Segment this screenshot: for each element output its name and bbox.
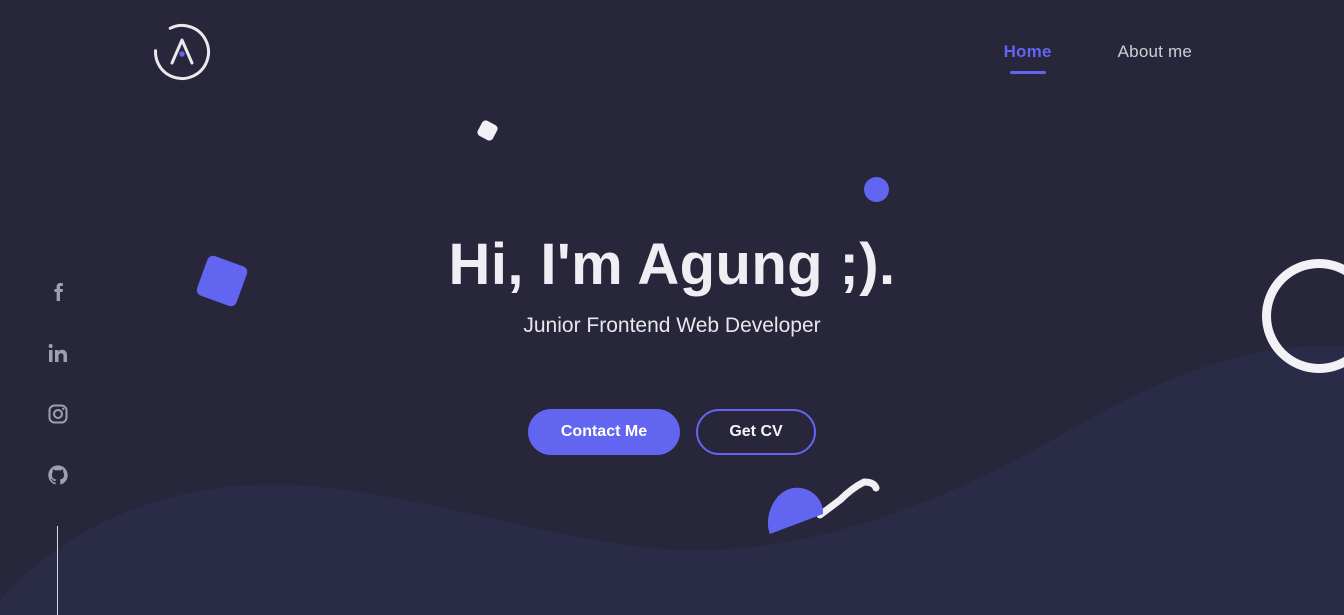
active-nav-underline <box>1009 71 1046 74</box>
nav-home-label: Home <box>1003 42 1052 61</box>
nav-about-me-link[interactable]: About me <box>1118 42 1192 74</box>
decorative-blue-semicircle-icon <box>767 478 880 534</box>
github-icon[interactable] <box>46 463 70 487</box>
social-links <box>46 280 70 487</box>
hero-actions: Contact Me Get CV <box>0 409 1344 455</box>
facebook-icon[interactable] <box>46 280 70 304</box>
portfolio-page: Home About me Hi, I'm Agung ;). Junior F… <box>0 0 1344 615</box>
logo-circle-a-icon[interactable] <box>150 20 214 84</box>
hero-section: Hi, I'm Agung ;). Junior Frontend Web De… <box>0 223 1344 455</box>
contact-me-button[interactable]: Contact Me <box>528 409 680 455</box>
social-divider-line <box>57 526 58 615</box>
instagram-icon[interactable] <box>46 402 70 426</box>
get-cv-button[interactable]: Get CV <box>696 409 816 455</box>
decorative-blue-dot <box>864 177 889 202</box>
hero-subtitle: Junior Frontend Web Developer <box>523 314 821 337</box>
hero-title: Hi, I'm Agung ;). <box>448 232 896 297</box>
main-nav: Home About me <box>1004 42 1192 74</box>
nav-home-link[interactable]: Home <box>1004 42 1052 74</box>
linkedin-icon[interactable] <box>46 341 70 365</box>
nav-about-me-label: About me <box>1117 42 1192 61</box>
